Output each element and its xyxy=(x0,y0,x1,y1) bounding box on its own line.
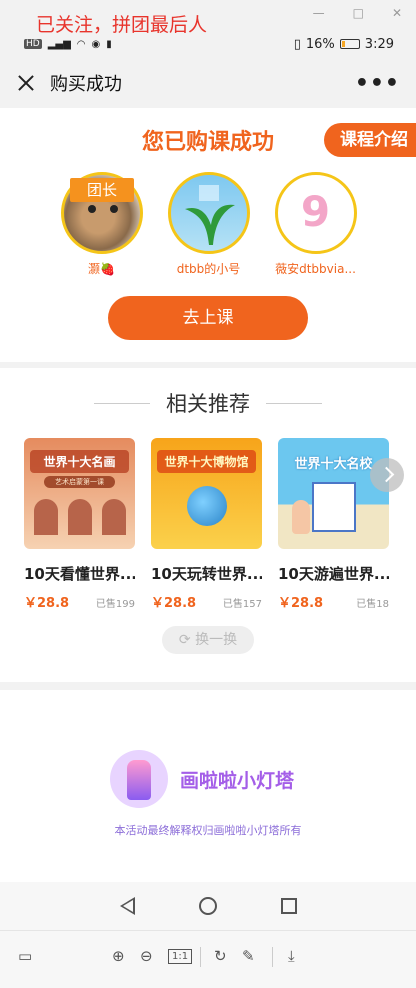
battery-percent: 16% xyxy=(305,36,335,52)
sold-count: 已售157 xyxy=(222,599,262,610)
member-name: 薇安dtbbvia... xyxy=(275,262,356,276)
go-to-class-button[interactable]: 去上课 xyxy=(108,296,308,340)
recent-apps-icon[interactable] xyxy=(280,898,297,914)
battery-icon xyxy=(339,39,360,49)
network-badge: HD xyxy=(24,39,42,49)
notification-icon: ▮ xyxy=(106,38,112,50)
cover-subtitle: 艺术启蒙第一课 xyxy=(44,476,115,488)
edit-pencil-icon[interactable]: ✎ xyxy=(242,947,255,965)
brand-name: 画啦啦小灯塔 xyxy=(180,769,295,792)
rotate-icon[interactable]: ↻ xyxy=(214,947,227,965)
avatar xyxy=(167,172,250,254)
home-icon[interactable] xyxy=(198,897,217,915)
image-viewer-toolbar: ▭ ⊕ ⊖ 1:1 ↻ ✎ ⤓ xyxy=(0,930,416,988)
member-name: 灏🍓 xyxy=(88,262,115,276)
course-price: ￥28.8 xyxy=(278,596,324,611)
leader-badge: 团长 xyxy=(70,178,134,202)
wechat-icon: ◉ xyxy=(91,38,101,50)
clock: 3:29 xyxy=(364,36,394,52)
section-header: 相关推荐 xyxy=(0,388,416,418)
purchase-success-card: 您已购课成功 课程介绍 灏🍓 dtbb的小号 9 薇安dtbbvia... 团长 xyxy=(0,108,416,362)
signal-icon: ▂▄▆ xyxy=(47,38,71,50)
cover-title: 世界十大名画 xyxy=(30,450,129,473)
course-name: 10天游遍世界... xyxy=(278,565,389,583)
swap-label: 换一换 xyxy=(195,632,238,648)
course-list: 世界十大名画 艺术启蒙第一课 10天看懂世界... ￥28.8 已售199 世界… xyxy=(24,438,389,611)
member-item[interactable]: 9 薇安dtbbvia... xyxy=(274,172,357,277)
close-icon[interactable] xyxy=(16,73,36,93)
vibrate-icon: ▯ xyxy=(293,36,301,52)
course-cover: 世界十大博物馆 xyxy=(151,438,262,549)
recommendations-card: 相关推荐 世界十大名画 艺术启蒙第一课 10天看懂世界... ￥28.8 已售1… xyxy=(0,368,416,682)
sold-count: 已售18 xyxy=(356,599,389,610)
course-card[interactable]: 世界十大名画 艺术启蒙第一课 10天看懂世界... ￥28.8 已售199 xyxy=(24,438,135,611)
section-title: 相关推荐 xyxy=(166,392,250,416)
course-intro-button[interactable]: 课程介绍 xyxy=(324,123,416,157)
cover-title: 世界十大名校 xyxy=(294,457,373,472)
overlay-banner-text: 已关注，拼团最后人 xyxy=(36,14,208,36)
status-left: HD ▂▄▆ ◠ ◉ ▮ xyxy=(24,39,112,50)
sold-count: 已售199 xyxy=(95,599,135,610)
lighthouse-logo-icon xyxy=(110,750,168,808)
wifi-icon: ◠ xyxy=(76,38,86,50)
window-controls: — □ ✕ xyxy=(313,6,402,20)
minimize-icon[interactable]: — xyxy=(313,6,325,20)
disclaimer-text: 本活动最终解释权归画啦啦小灯塔所有 xyxy=(114,824,302,837)
back-icon[interactable] xyxy=(119,897,135,915)
member-item[interactable]: dtbb的小号 xyxy=(167,172,250,277)
swap-batch-button[interactable]: ⟳ 换一换 xyxy=(162,626,254,654)
zoom-out-icon[interactable]: ⊖ xyxy=(140,947,153,965)
zoom-in-icon[interactable]: ⊕ xyxy=(112,947,125,965)
close-window-icon[interactable]: ✕ xyxy=(392,6,402,20)
actual-size-icon[interactable]: 1:1 xyxy=(168,949,193,964)
brand-card: 画啦啦小灯塔 本活动最终解释权归画啦啦小灯塔所有 xyxy=(0,690,416,882)
course-name: 10天看懂世界... xyxy=(24,565,135,583)
avatar: 9 xyxy=(274,172,357,254)
course-name: 10天玩转世界... xyxy=(151,565,262,583)
status-right: ▯ 16% 3:29 xyxy=(294,37,394,52)
download-icon[interactable]: ⤓ xyxy=(288,947,295,965)
brand-row: 画啦啦小灯塔 xyxy=(110,750,294,808)
thumbnail-view-icon[interactable]: ▭ xyxy=(18,947,32,965)
course-price: ￥28.8 xyxy=(24,596,70,611)
course-cover: 世界十大名校 xyxy=(278,438,389,549)
refresh-icon: ⟳ xyxy=(178,632,191,648)
maximize-icon[interactable]: □ xyxy=(353,6,364,20)
cover-title: 世界十大博物馆 xyxy=(157,450,256,473)
course-card[interactable]: 世界十大博物馆 10天玩转世界... ￥28.8 已售157 xyxy=(151,438,262,611)
system-nav-bar xyxy=(0,882,416,930)
more-dots-icon[interactable]: ••• xyxy=(355,71,400,96)
member-name: dtbb的小号 xyxy=(176,262,241,276)
course-cover: 世界十大名画 艺术启蒙第一课 xyxy=(24,438,135,549)
page-title: 购买成功 xyxy=(50,74,122,95)
course-price: ￥28.8 xyxy=(151,596,197,611)
scroll-right-icon[interactable] xyxy=(370,458,404,492)
app-bar: 购买成功 ••• xyxy=(0,58,416,108)
